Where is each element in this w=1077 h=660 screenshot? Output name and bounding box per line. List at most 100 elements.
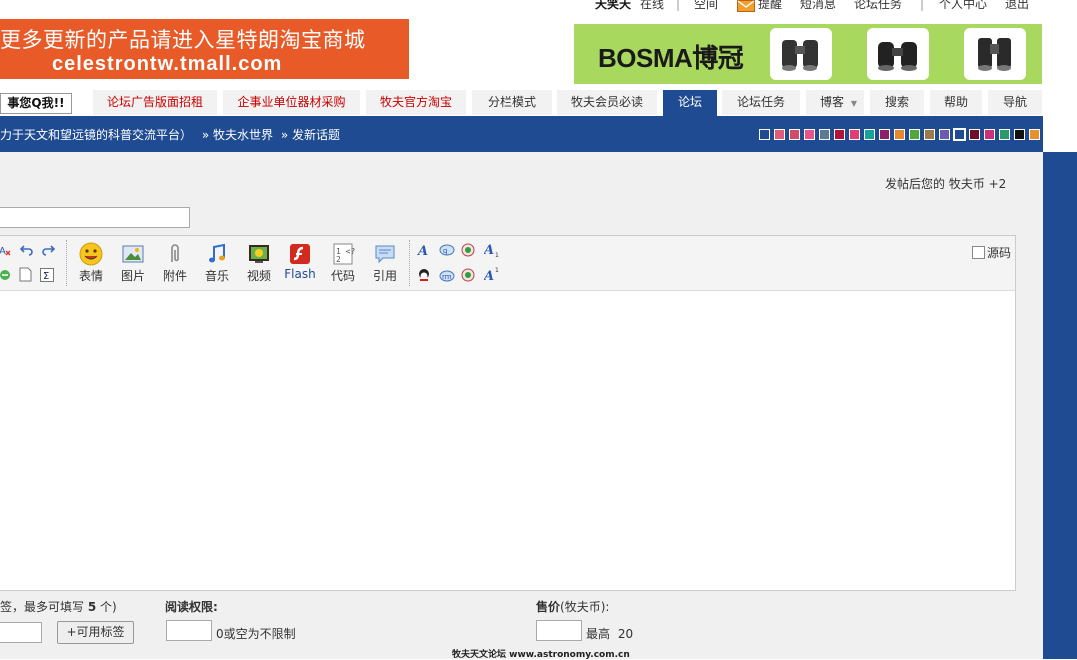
nav-search[interactable]: 搜索	[870, 90, 924, 115]
source-code-checkbox[interactable]	[971, 246, 985, 259]
sigma-icon[interactable]: Σ	[40, 268, 54, 285]
space-link[interactable]: 空间	[694, 0, 718, 10]
breadcrumb-site[interactable]: 力于天文和望远镜的科普交流平台）	[0, 128, 192, 142]
remind-link[interactable]: 提醒	[758, 0, 782, 10]
source-code-toggle[interactable]: 源码	[971, 244, 1011, 261]
video-label: 视频	[246, 269, 271, 283]
image-icon	[122, 245, 144, 263]
theme-swatch[interactable]	[774, 129, 785, 140]
font-icon[interactable]: A	[416, 243, 431, 260]
svg-text:2: 2	[336, 255, 341, 264]
username-link[interactable]: 天笑天	[595, 0, 631, 10]
undo-icon[interactable]	[19, 244, 34, 259]
celestron-ad-banner[interactable]: 更多更新的产品请进入星特朗淘宝商城 celestrontw.tmall.com	[0, 19, 409, 79]
theme-swatch[interactable]	[819, 129, 830, 140]
code-button[interactable]: 1 <? 2 代码	[325, 242, 361, 284]
attachment-button[interactable]: 附件	[157, 242, 193, 284]
nav-forum[interactable]: 论坛	[663, 90, 717, 116]
clear-format-icon[interactable]: A	[0, 244, 11, 259]
svg-text:rm: rm	[442, 273, 452, 281]
breadcrumb: 力于天文和望远镜的科普交流平台） » 牧夫水世界 » 发新话题	[0, 126, 340, 143]
read-permission-hint: 0或空为不限制	[216, 627, 296, 641]
nav-blog-label: 博客	[820, 95, 845, 109]
subscript-icon[interactable]: A1	[482, 242, 500, 261]
rich-text-editor: A Σ 表情 图片 附件 音乐 视频 Flash 1 <? 2 代码 引用 A …	[0, 235, 1016, 591]
breadcrumb-current: » 发新话题	[280, 128, 341, 142]
theme-swatch[interactable]	[909, 129, 920, 140]
insert-link-icon[interactable]	[0, 269, 11, 284]
user-bar: 天笑天 在线 | 空间 提醒 短消息 论坛任务 | 个人中心 退出	[560, 0, 1040, 14]
music-button[interactable]: 音乐	[199, 242, 235, 284]
nav-column-mode[interactable]: 分栏模式	[472, 90, 552, 115]
price-max-value: 20	[617, 627, 634, 641]
theme-swatch[interactable]	[894, 129, 905, 140]
nav-navigation[interactable]: 导航	[988, 90, 1042, 115]
theme-swatch[interactable]	[834, 129, 845, 140]
messages-link[interactable]: 短消息	[800, 0, 836, 10]
rm-media-icon[interactable]: rm	[439, 270, 455, 285]
theme-swatch[interactable]	[953, 128, 966, 141]
footer-watermark: 牧夫天文论坛 www.astronomy.com.cn	[452, 650, 630, 660]
nav-official-taobao[interactable]: 牧夫官方淘宝	[366, 90, 466, 115]
theme-swatch[interactable]	[879, 129, 890, 140]
attachment-label: 附件	[162, 269, 187, 283]
editor-textarea[interactable]	[0, 291, 1015, 590]
bosma-ad-banner[interactable]: BOSMA博冠	[574, 24, 1042, 84]
price-unit: (牧夫币):	[560, 600, 610, 614]
page-icon[interactable]	[19, 267, 32, 285]
binoculars-icon	[964, 28, 1026, 80]
redo-icon[interactable]	[41, 244, 56, 259]
quote-bubble-icon	[375, 245, 395, 264]
theme-swatch[interactable]	[789, 129, 800, 140]
available-tags-button[interactable]: +可用标签	[57, 621, 134, 644]
image-button[interactable]: 图片	[115, 242, 151, 284]
user-center-link[interactable]: 个人中心	[939, 0, 987, 10]
theme-swatch[interactable]	[999, 129, 1010, 140]
tags-max-count: 5	[87, 600, 97, 614]
video-button[interactable]: 视频	[241, 242, 277, 284]
media-player-icon[interactable]	[461, 268, 475, 285]
svg-text:A: A	[484, 243, 494, 258]
nav-qq-contact[interactable]: 事您Q我!!	[0, 93, 72, 114]
nav-ad-rental[interactable]: 论坛广告版面招租	[93, 90, 217, 115]
svg-text:q: q	[443, 247, 447, 255]
music-label: 音乐	[204, 269, 229, 283]
price-input[interactable]	[536, 620, 582, 641]
superscript-icon[interactable]: A1	[482, 266, 500, 285]
nav-enterprise-purchase[interactable]: 企事业单位器材采购	[223, 90, 360, 115]
theme-swatch[interactable]	[924, 129, 935, 140]
nav-help[interactable]: 帮助	[930, 90, 982, 115]
nav-member-must-read[interactable]: 牧夫会员必读	[557, 90, 657, 115]
price-label-text: 售价	[536, 600, 561, 614]
media-play-icon[interactable]	[461, 243, 475, 260]
theme-swatch[interactable]	[849, 129, 860, 140]
breadcrumb-forum[interactable]: » 牧夫水世界	[202, 128, 273, 142]
theme-swatch[interactable]	[1029, 129, 1040, 140]
code-icon: 1 <?2	[333, 243, 355, 265]
right-side-strip	[1043, 152, 1077, 659]
nav-forum-tasks[interactable]: 论坛任务	[722, 90, 800, 115]
editor-toolbar: A Σ 表情 图片 附件 音乐 视频 Flash 1 <? 2 代码 引用 A …	[0, 236, 1015, 291]
qq-icon[interactable]	[417, 268, 431, 285]
theme-swatch[interactable]	[759, 129, 770, 140]
paperclip-icon	[171, 244, 179, 262]
theme-swatch[interactable]	[969, 129, 980, 140]
logout-link[interactable]: 退出	[1005, 0, 1029, 10]
flash-button[interactable]: Flash	[281, 242, 319, 281]
emoticon-button[interactable]: 表情	[73, 242, 109, 284]
quote-button[interactable]: 引用	[367, 242, 403, 284]
theme-swatch[interactable]	[939, 129, 950, 140]
theme-swatch[interactable]	[984, 129, 995, 140]
read-permission-input[interactable]	[166, 620, 212, 641]
theme-swatch[interactable]	[804, 129, 815, 140]
svg-text:A: A	[0, 246, 6, 256]
svg-text:1: 1	[495, 267, 499, 274]
subject-input[interactable]	[0, 207, 190, 228]
theme-swatch[interactable]	[1014, 129, 1025, 140]
tasks-link[interactable]: 论坛任务	[854, 0, 902, 10]
qq-link-icon[interactable]: q	[439, 244, 455, 259]
nav-blog[interactable]: 博客 ▼	[806, 90, 864, 115]
online-status[interactable]: 在线	[640, 0, 664, 10]
theme-swatch[interactable]	[864, 129, 875, 140]
tags-input[interactable]	[0, 622, 42, 643]
